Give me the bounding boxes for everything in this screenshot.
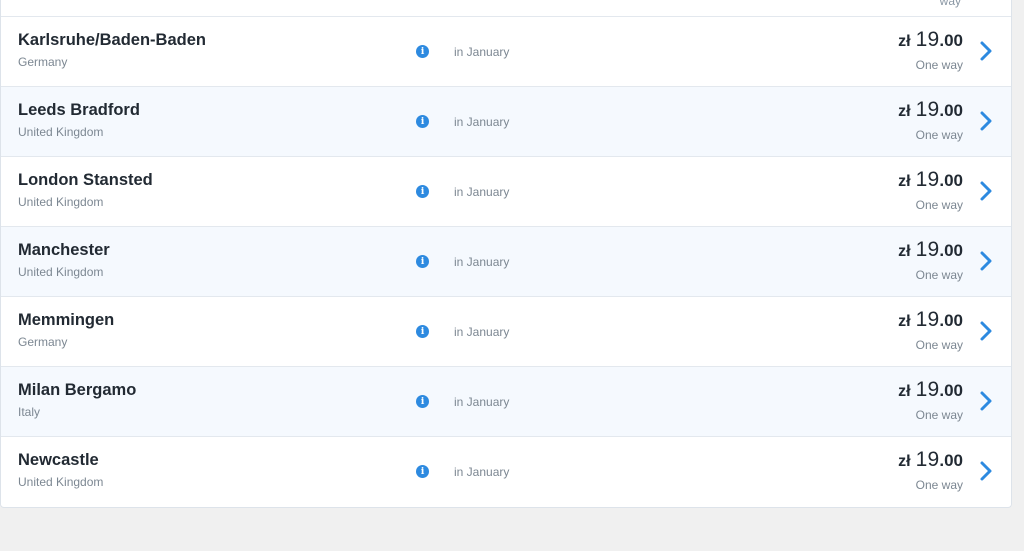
info-icon[interactable]: i	[416, 395, 429, 408]
price-currency: zł	[898, 103, 911, 120]
chevron-right-icon[interactable]	[979, 110, 993, 132]
fare-type: One way	[915, 268, 963, 282]
destination-country: United Kingdom	[18, 125, 104, 139]
price-integer: 19	[915, 378, 940, 401]
fare-price: zł 19.00	[898, 238, 963, 262]
chevron-right-icon[interactable]	[979, 320, 993, 342]
destinations-list: Karlsruhe/Baden-Baden Germany i in Janua…	[1, 17, 1011, 506]
travel-period: in January	[454, 395, 510, 409]
travel-period: in January	[454, 185, 510, 199]
destination-city: Manchester	[18, 241, 110, 259]
destination-row[interactable]: Leeds Bradford United Kingdom i in Janua…	[1, 87, 1011, 157]
price-currency: zł	[898, 313, 911, 330]
destination-country: Germany	[18, 55, 68, 69]
fare-type: One way	[915, 338, 963, 352]
destination-country: United Kingdom	[18, 475, 104, 489]
price-decimal: .00	[939, 381, 963, 400]
price-decimal: .00	[939, 171, 963, 190]
fare-type: One way	[915, 478, 963, 492]
destination-country: Italy	[18, 405, 41, 419]
info-icon[interactable]: i	[416, 255, 429, 268]
previous-row-stub: way	[1, 0, 1011, 17]
travel-period: in January	[454, 325, 510, 339]
destination-row[interactable]: Newcastle United Kingdom i in January zł…	[1, 437, 1011, 506]
chevron-right-icon[interactable]	[979, 390, 993, 412]
travel-period: in January	[454, 115, 510, 129]
fare-type: One way	[915, 58, 963, 72]
fare-type: One way	[915, 198, 963, 212]
info-icon[interactable]: i	[416, 325, 429, 338]
destination-city: Memmingen	[18, 311, 115, 329]
price-currency: zł	[898, 243, 911, 260]
price-decimal: .00	[939, 31, 963, 50]
price-decimal: .00	[939, 241, 963, 260]
fare-price: zł 19.00	[898, 168, 963, 192]
chevron-right-icon[interactable]	[979, 250, 993, 272]
price-decimal: .00	[939, 101, 963, 120]
price-currency: zł	[898, 453, 911, 470]
chevron-right-icon[interactable]	[979, 180, 993, 202]
chevron-right-icon[interactable]	[979, 40, 993, 62]
destination-city: London Stansted	[18, 171, 153, 189]
price-currency: zł	[898, 173, 911, 190]
travel-period: in January	[454, 45, 510, 59]
price-integer: 19	[915, 98, 940, 121]
destination-country: United Kingdom	[18, 195, 104, 209]
info-icon[interactable]: i	[416, 115, 429, 128]
info-icon[interactable]: i	[416, 45, 429, 58]
fare-price: zł 19.00	[898, 378, 963, 402]
destination-row[interactable]: Karlsruhe/Baden-Baden Germany i in Janua…	[1, 17, 1011, 87]
fare-price: zł 19.00	[898, 28, 963, 52]
fare-type: One way	[915, 128, 963, 142]
fare-price: zł 19.00	[898, 448, 963, 472]
fare-price: zł 19.00	[898, 98, 963, 122]
price-integer: 19	[915, 28, 940, 51]
price-integer: 19	[915, 448, 940, 471]
price-integer: 19	[915, 308, 940, 331]
destination-row[interactable]: Memmingen Germany i in January zł 19.00 O…	[1, 297, 1011, 367]
destination-row[interactable]: London Stansted United Kingdom i in Janu…	[1, 157, 1011, 227]
destination-city: Newcastle	[18, 451, 99, 469]
destination-row[interactable]: Manchester United Kingdom i in January z…	[1, 227, 1011, 297]
destination-city: Milan Bergamo	[18, 381, 137, 399]
price-integer: 19	[915, 238, 940, 261]
info-icon[interactable]: i	[416, 185, 429, 198]
destination-city: Karlsruhe/Baden-Baden	[18, 31, 206, 49]
destination-country: United Kingdom	[18, 265, 104, 279]
chevron-right-icon[interactable]	[979, 460, 993, 482]
price-currency: zł	[898, 383, 911, 400]
destinations-card: way Karlsruhe/Baden-Baden Germany i in J…	[0, 0, 1012, 508]
travel-period: in January	[454, 255, 510, 269]
previous-row-fare-type: way	[939, 0, 961, 8]
fare-price: zł 19.00	[898, 308, 963, 332]
price-decimal: .00	[939, 451, 963, 470]
fare-type: One way	[915, 408, 963, 422]
travel-period: in January	[454, 465, 510, 479]
destination-city: Leeds Bradford	[18, 101, 140, 119]
price-decimal: .00	[939, 311, 963, 330]
destination-country: Germany	[18, 335, 68, 349]
price-currency: zł	[898, 33, 911, 50]
price-integer: 19	[915, 168, 940, 191]
info-icon[interactable]: i	[416, 465, 429, 478]
destination-row[interactable]: Milan Bergamo Italy i in January zł 19.00…	[1, 367, 1011, 437]
